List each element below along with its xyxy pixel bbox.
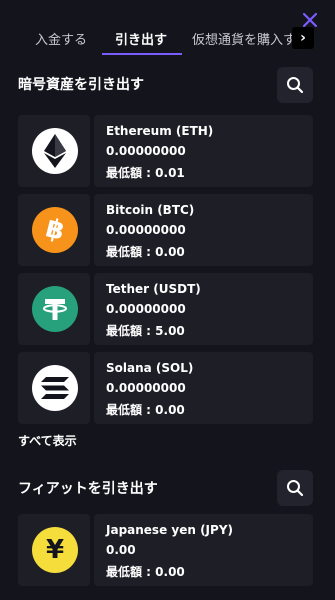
asset-minimum: 最低額 : 0.00	[106, 403, 185, 417]
tab-bar: 入金する 引き出す 仮想通貨を購入す ›	[0, 0, 335, 58]
fiat-search-button[interactable]	[277, 470, 313, 506]
asset-icon-box	[18, 115, 90, 187]
asset-name: Japanese yen (JPY)	[106, 523, 233, 537]
asset-info: Japanese yen (JPY) 0.00 最低額 : 0.00	[94, 514, 313, 586]
tab-withdraw[interactable]: 引き出す	[115, 29, 167, 48]
search-icon	[287, 480, 304, 497]
ethereum-icon	[32, 128, 78, 174]
crypto-search-button[interactable]	[277, 67, 313, 103]
tab-scroll-right-button[interactable]: ›	[292, 27, 314, 49]
asset-info: Bitcoin (BTC) 0.00000000 最低額 : 0.00	[94, 194, 313, 266]
asset-icon-box: ¥	[18, 514, 90, 586]
asset-minimum: 最低額 : 0.00	[106, 565, 185, 579]
tab-buy-crypto[interactable]: 仮想通貨を購入す	[192, 29, 296, 48]
asset-card-usdt[interactable]: Tether (USDT) 0.00000000 最低額 : 5.00	[18, 273, 313, 345]
asset-name: Solana (SOL)	[106, 361, 194, 375]
asset-icon-box	[18, 273, 90, 345]
asset-card-eth[interactable]: Ethereum (ETH) 0.00000000 最低額 : 0.01	[18, 115, 313, 187]
solana-icon	[32, 365, 78, 411]
show-all-link[interactable]: すべて表示	[18, 432, 77, 449]
asset-minimum: 最低額 : 0.01	[106, 166, 185, 180]
asset-name: Ethereum (ETH)	[106, 124, 214, 138]
asset-name: Bitcoin (BTC)	[106, 203, 195, 217]
asset-balance: 0.00000000	[106, 223, 186, 237]
asset-minimum: 最低額 : 5.00	[106, 324, 185, 338]
asset-card-jpy[interactable]: ¥ Japanese yen (JPY) 0.00 最低額 : 0.00	[18, 514, 313, 586]
fiat-section-title: フィアットを引き出す	[18, 481, 158, 497]
yen-icon: ¥	[32, 527, 78, 573]
close-icon[interactable]	[302, 12, 318, 28]
asset-name: Tether (USDT)	[106, 282, 201, 296]
active-tab-indicator	[102, 53, 182, 55]
tab-deposit[interactable]: 入金する	[35, 29, 87, 48]
bitcoin-icon: ฿	[32, 207, 78, 253]
asset-minimum: 最低額 : 0.00	[106, 245, 185, 259]
asset-balance: 0.00000000	[106, 302, 186, 316]
asset-card-sol[interactable]: Solana (SOL) 0.00000000 最低額 : 0.00	[18, 352, 313, 424]
asset-info: Tether (USDT) 0.00000000 最低額 : 5.00	[94, 273, 313, 345]
asset-balance: 0.00000000	[106, 381, 186, 395]
search-icon	[287, 77, 304, 94]
asset-balance: 0.00	[106, 543, 136, 557]
asset-icon-box	[18, 352, 90, 424]
chevron-right-icon: ›	[300, 30, 306, 46]
asset-card-btc[interactable]: ฿ Bitcoin (BTC) 0.00000000 最低額 : 0.00	[18, 194, 313, 266]
tether-icon	[32, 286, 78, 332]
crypto-section-title: 暗号資産を引き出す	[18, 77, 144, 93]
asset-icon-box: ฿	[18, 194, 90, 266]
asset-info: Solana (SOL) 0.00000000 最低額 : 0.00	[94, 352, 313, 424]
asset-balance: 0.00000000	[106, 144, 186, 158]
asset-info: Ethereum (ETH) 0.00000000 最低額 : 0.01	[94, 115, 313, 187]
